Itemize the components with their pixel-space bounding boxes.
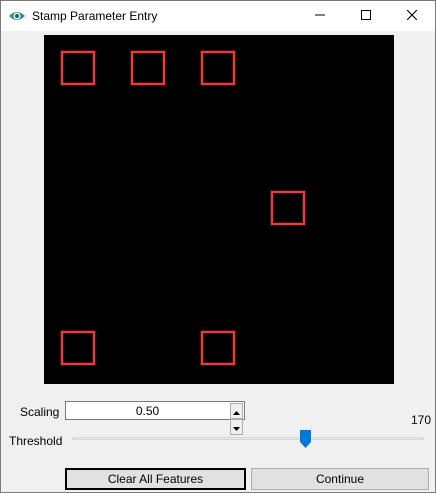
feature-box[interactable] <box>271 191 305 225</box>
scaling-label: Scaling <box>20 405 60 419</box>
feature-box[interactable] <box>201 331 235 365</box>
arrow-down-icon <box>233 420 240 434</box>
threshold-label: Threshold <box>9 434 63 448</box>
close-button[interactable] <box>389 1 435 31</box>
threshold-slider-thumb[interactable] <box>300 430 311 448</box>
continue-button[interactable]: Continue <box>251 468 429 490</box>
feature-box[interactable] <box>61 331 95 365</box>
arrow-up-icon <box>233 404 240 418</box>
minimize-icon <box>315 9 325 23</box>
stamp-parameter-window: Stamp Parameter Entry Scaling 0.50 170 T… <box>0 0 436 493</box>
spin-down-button[interactable] <box>230 419 243 435</box>
scaling-value[interactable]: 0.50 <box>66 404 229 418</box>
clear-all-features-button[interactable]: Clear All Features <box>65 468 246 490</box>
continue-label: Continue <box>315 472 365 486</box>
clear-all-features-label: Clear All Features <box>107 472 204 486</box>
threshold-slider-track[interactable] <box>72 437 424 440</box>
spin-up-button[interactable] <box>230 403 243 419</box>
threshold-value: 170 <box>411 413 432 427</box>
image-canvas[interactable] <box>44 35 394 384</box>
close-icon <box>406 9 418 23</box>
eye-icon <box>8 8 26 24</box>
maximize-button[interactable] <box>343 1 389 31</box>
scaling-spinbox[interactable]: 0.50 <box>65 401 245 435</box>
feature-box[interactable] <box>61 51 95 85</box>
feature-box[interactable] <box>201 51 235 85</box>
maximize-icon <box>361 9 371 23</box>
minimize-button[interactable] <box>297 1 343 31</box>
spin-buttons <box>230 403 243 435</box>
title-bar[interactable]: Stamp Parameter Entry <box>1 1 435 31</box>
feature-box[interactable] <box>131 51 165 85</box>
window-title: Stamp Parameter Entry <box>32 9 158 23</box>
